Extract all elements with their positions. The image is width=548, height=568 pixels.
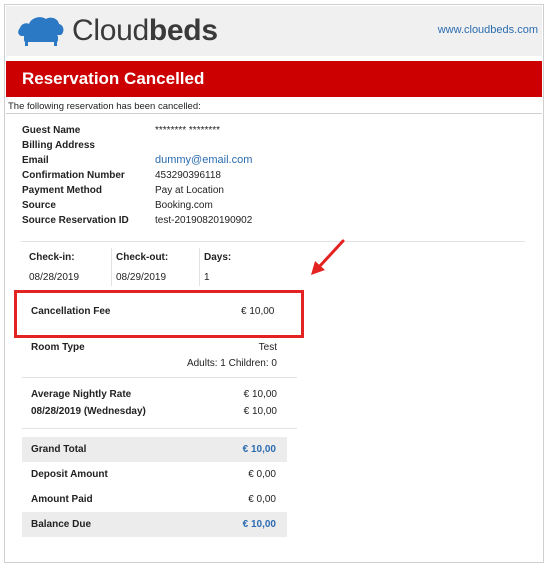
info-label: Confirmation Number: [22, 170, 125, 181]
occupancy-text: Adults: 1 Children: 0: [186, 358, 277, 369]
email-link[interactable]: dummy@email.com: [155, 153, 252, 168]
cloudbeds-website-link[interactable]: www.cloudbeds.com: [438, 24, 538, 36]
night-date-label: 08/28/2019 (Wednesday): [31, 406, 146, 417]
email-header: Cloudbeds www.cloudbeds.com: [6, 6, 542, 56]
checkin-column: Check-in: 08/28/2019: [29, 242, 113, 288]
totals-table: Grand Total € 10,00 Deposit Amount € 0,0…: [22, 437, 287, 537]
amount-paid-value: € 0,00: [248, 494, 276, 505]
checkout-column: Check-out: 08/29/2019: [116, 242, 200, 288]
source-reservation-id-row: Source Reservation ID test-2019082019090…: [22, 213, 252, 228]
days-label: Days:: [204, 252, 232, 263]
annotation-arrow-icon: [311, 239, 345, 275]
cloudbeds-logo: Cloudbeds: [16, 12, 218, 50]
checkout-label: Check-out:: [116, 252, 169, 263]
guest-name-row: Guest Name ******** ********: [22, 123, 252, 138]
source-value: Booking.com: [155, 200, 213, 211]
payment-method-row: Payment Method Pay at Location: [22, 183, 252, 198]
column-divider: [199, 248, 200, 286]
billing-address-row: Billing Address: [22, 138, 252, 153]
night-rate-value: € 10,00: [243, 406, 277, 417]
deposit-value: € 0,00: [248, 469, 276, 480]
grand-total-row: Grand Total € 10,00: [22, 437, 287, 462]
column-divider: [111, 248, 112, 286]
email-frame: Cloudbeds www.cloudbeds.com Reservation …: [4, 4, 544, 563]
divider: [22, 377, 297, 378]
average-rate-row: Average Nightly Rate € 10,00: [31, 389, 277, 406]
divider: [22, 428, 297, 429]
confirmation-number-row: Confirmation Number 453290396118: [22, 168, 252, 183]
grand-total-value: € 10,00: [242, 444, 276, 455]
average-rate-value: € 10,00: [243, 389, 277, 400]
info-label: Guest Name: [22, 125, 81, 136]
page-title: Reservation Cancelled: [22, 69, 205, 88]
balance-due-value: € 10,00: [242, 519, 276, 530]
info-label: Source: [22, 200, 56, 211]
rates-section: Average Nightly Rate € 10,00 08/28/2019 …: [31, 389, 277, 423]
source-row: Source Booking.com: [22, 198, 252, 213]
info-label: Billing Address: [22, 140, 95, 151]
nightly-rate-row: 08/28/2019 (Wednesday) € 10,00: [31, 406, 277, 423]
intro-text: The following reservation has been cance…: [8, 101, 201, 112]
source-reservation-id-value: test-20190820190902: [155, 215, 253, 226]
average-rate-label: Average Nightly Rate: [31, 389, 132, 400]
logo-wordmark: Cloudbeds: [72, 14, 218, 47]
room-type-label: Room Type: [31, 342, 85, 353]
days-column: Days: 1: [204, 242, 288, 288]
balance-due-row: Balance Due € 10,00: [22, 512, 287, 537]
info-label: Payment Method: [22, 185, 103, 196]
deposit-row: Deposit Amount € 0,00: [22, 462, 287, 487]
days-value: 1: [204, 272, 210, 283]
room-type-value: Test: [258, 342, 277, 353]
balance-due-label: Balance Due: [31, 519, 92, 530]
guest-info-table: Guest Name ******** ******** Billing Add…: [22, 123, 252, 228]
info-label: Email: [22, 155, 49, 166]
deposit-label: Deposit Amount: [31, 469, 108, 480]
divider: [6, 113, 542, 114]
checkin-label: Check-in:: [29, 252, 75, 263]
guest-name-value: ******** ********: [155, 125, 221, 136]
status-banner: Reservation Cancelled: [6, 61, 542, 97]
checkout-value: 08/29/2019: [116, 272, 167, 283]
confirmation-number-value: 453290396118: [155, 170, 221, 181]
payment-method-value: Pay at Location: [155, 185, 224, 196]
annotation-highlight-box: [14, 290, 304, 338]
amount-paid-label: Amount Paid: [31, 494, 93, 505]
email-row: Email dummy@email.com: [22, 153, 252, 168]
checkin-value: 08/28/2019: [29, 272, 80, 283]
cloud-bed-icon: [18, 17, 64, 46]
info-label: Source Reservation ID: [22, 215, 129, 226]
stay-dates: Check-in: 08/28/2019 Check-out: 08/29/20…: [21, 241, 525, 286]
amount-paid-row: Amount Paid € 0,00: [22, 487, 287, 512]
grand-total-label: Grand Total: [31, 444, 87, 455]
